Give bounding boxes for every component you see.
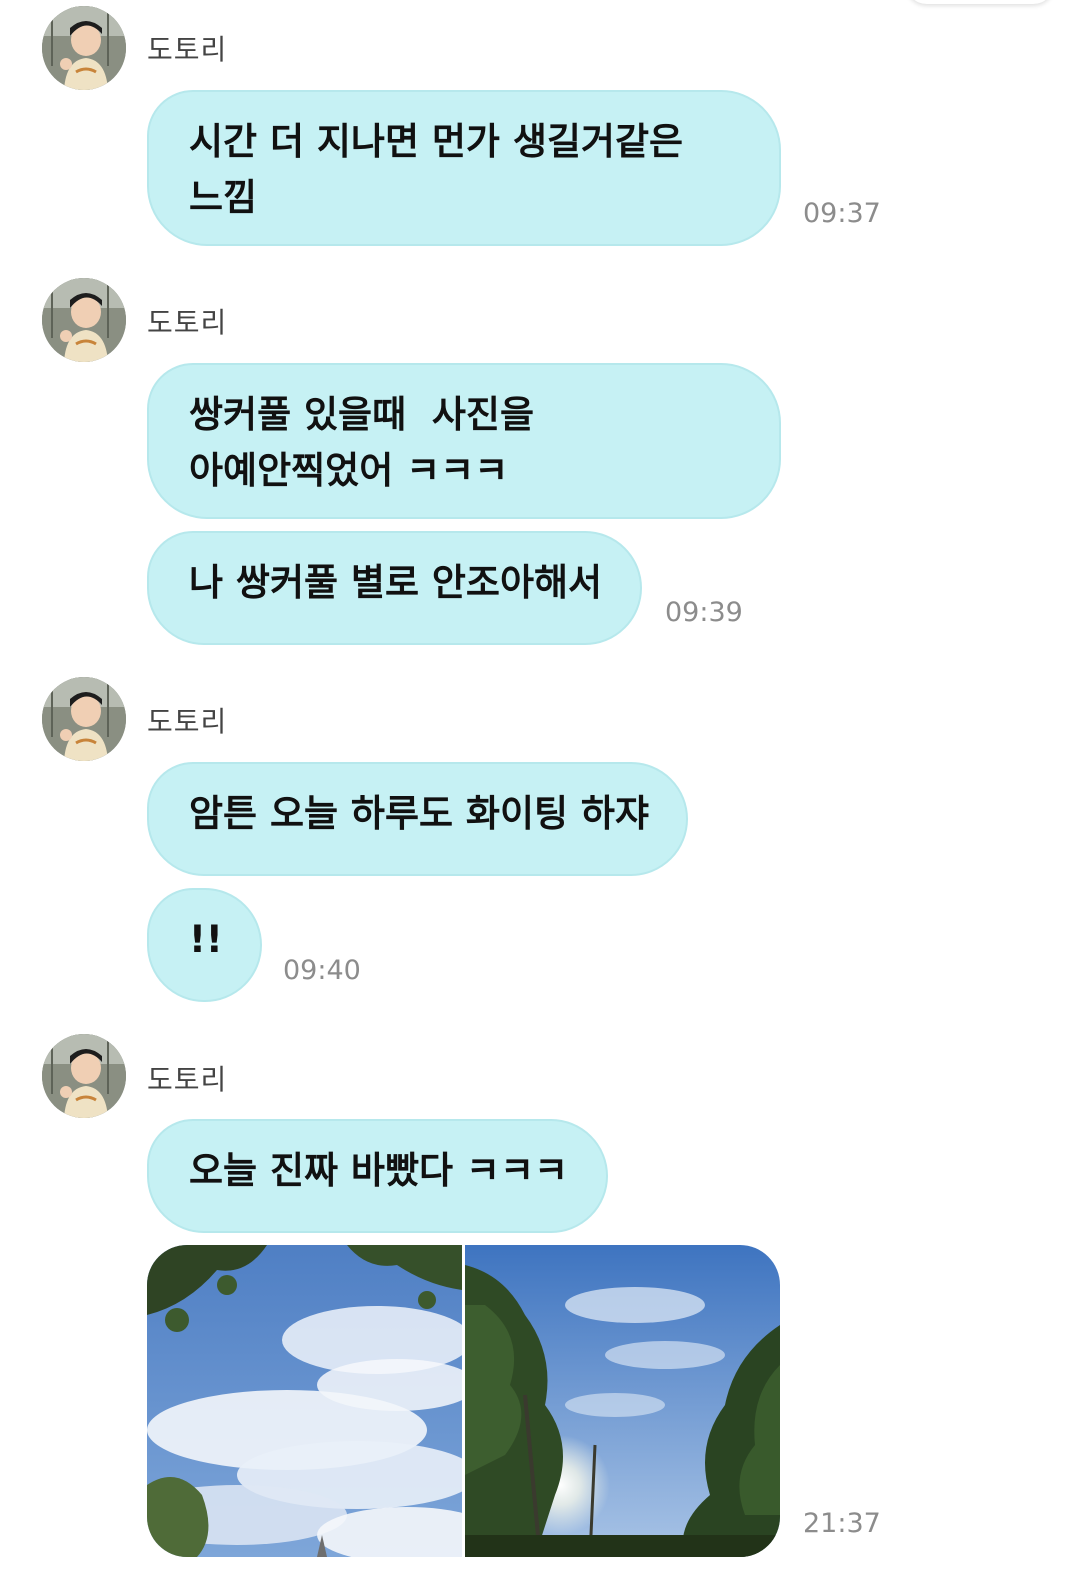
message-bubble[interactable]: !! <box>147 888 262 1002</box>
sender-name: 도토리 <box>147 33 228 66</box>
message-time: 09:40 <box>283 955 361 986</box>
sender-avatar[interactable] <box>42 1034 126 1118</box>
trees-sun-photo[interactable] <box>465 1245 780 1557</box>
message-bubble[interactable]: 오늘 진짜 바빴다 ㅋㅋㅋ <box>147 1119 608 1233</box>
photo-grid <box>147 1245 780 1557</box>
chat-screen: 도토리 시간 더 지나면 먼가 생길거같은 느낌 09:37 도토리 쌍커풀 있… <box>0 0 1080 1575</box>
message-bubble[interactable]: 나 쌍커풀 별로 안조아해서 <box>147 531 642 645</box>
top-floating-pill[interactable] <box>905 0 1055 4</box>
message-time: 09:39 <box>665 597 743 628</box>
sky-clouds-photo[interactable] <box>147 1245 462 1557</box>
sender-avatar[interactable] <box>42 677 126 761</box>
message-bubble[interactable]: 암튼 오늘 하루도 화이팅 하쟈 <box>147 762 688 876</box>
message-bubble[interactable]: 시간 더 지나면 먼가 생길거같은 느낌 <box>147 90 781 246</box>
message-bubble[interactable]: 쌍커풀 있을때 사진을 아예안찍었어 ㅋㅋㅋ <box>147 363 781 519</box>
sender-name: 도토리 <box>147 1063 228 1096</box>
sender-avatar[interactable] <box>42 278 126 362</box>
message-time: 21:37 <box>803 1508 881 1539</box>
sender-name: 도토리 <box>147 705 228 738</box>
message-time: 09:37 <box>803 198 881 229</box>
sender-name: 도토리 <box>147 306 228 339</box>
sender-avatar[interactable] <box>42 6 126 90</box>
